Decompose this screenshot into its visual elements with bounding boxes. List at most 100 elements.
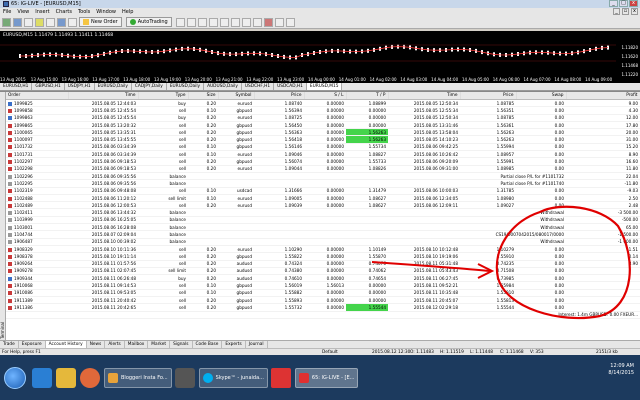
menu-insert[interactable]: Insert — [35, 9, 49, 15]
chart-tab[interactable]: GBPUSD,H1 — [32, 83, 65, 90]
table-row[interactable]: 1101731 2015.08.06 03:34:39 sell 0.10 eurusd… — [6, 150, 640, 159]
table-row[interactable]: 1906487 2015.08.10 00:39:02 balance Withdra… — [6, 238, 640, 246]
new-order-button[interactable]: New Order — [79, 17, 122, 27]
table-row[interactable]: 1099863 2015.08.05 12:45:54 buy 0.20 eurusd 1… — [6, 114, 640, 122]
tile-windows-icon[interactable] — [230, 17, 240, 27]
table-row[interactable]: 1911386 2015.08.11 20:42:65 sell 0.20 gbpusd… — [6, 303, 640, 312]
terminal-tab[interactable]: News — [87, 341, 106, 348]
navigator-icon[interactable] — [46, 17, 55, 27]
periods-icon[interactable] — [274, 17, 284, 27]
terminal-tab[interactable]: Code Base — [193, 341, 223, 348]
new-chart-icon[interactable] — [2, 17, 11, 27]
taskbar-item-browser[interactable]: Bloggeri Insta Fo... — [104, 367, 172, 388]
ig-icon[interactable] — [270, 367, 291, 388]
column-header[interactable]: Price — [460, 92, 517, 100]
bar-chart-icon[interactable] — [175, 17, 185, 27]
child-restore-button[interactable]: ▫ — [622, 8, 629, 15]
chart-tab[interactable]: EURUSD,Daily — [167, 83, 205, 90]
chart-tab[interactable]: USDJPY,H1 — [65, 83, 95, 90]
chart-shift-icon[interactable] — [252, 17, 262, 27]
terminal-tab[interactable]: Journal — [246, 341, 268, 348]
table-row[interactable]: 1102319 2015.08.06 09:48:08 sell 0.10 usdcad… — [6, 187, 640, 195]
terminal-tab[interactable]: Exposure — [19, 341, 46, 348]
table-row[interactable]: 1910086 2015.08.11 09:53:05 sell 0.10 gbpusd… — [6, 289, 640, 298]
menu-window[interactable]: Window — [96, 9, 116, 15]
table-row[interactable]: 1099865 2015.08.05 13:20:32 sell 0.20 gbpusd… — [6, 121, 640, 130]
column-header[interactable]: Symbol — [218, 92, 255, 100]
maximize-button[interactable]: □ — [619, 0, 628, 7]
table-row[interactable]: 1908378 2015.08.10 19:11:14 sell 0.20 gbpusd… — [6, 252, 640, 261]
start-button[interactable] — [4, 366, 26, 389]
child-close-button[interactable]: x — [631, 8, 638, 15]
menu-charts[interactable]: Charts — [56, 9, 72, 15]
profiles-icon[interactable] — [13, 17, 22, 27]
system-tray[interactable]: 12:09 AM 8/14/2015 — [608, 363, 634, 377]
firefox-icon[interactable] — [80, 367, 100, 388]
column-header[interactable]: Time — [68, 92, 139, 100]
table-row[interactable]: 1102296 2015.08.06 09:35:56 balance Partial… — [6, 172, 640, 181]
column-header[interactable]: Swap — [516, 92, 567, 100]
table-row[interactable]: 1909264 2015.08.11 01:57:56 sell 0.20 audusd… — [6, 260, 640, 268]
price-chart[interactable]: EURUSD,M15 1.11479 1.11493 1.11411 1.114… — [0, 31, 640, 83]
chart-tab[interactable]: CADJPY,Daily — [132, 83, 167, 90]
zoom-out-icon[interactable] — [219, 17, 229, 27]
taskbar-item-mt4[interactable]: 65: IG-LIVE - [E... — [294, 367, 359, 388]
chart-tab[interactable]: EURUSD,H1 — [0, 83, 33, 90]
column-header[interactable]: Size — [188, 92, 219, 100]
terminal-tab[interactable]: Account History — [45, 341, 87, 348]
table-row[interactable]: 1911389 2015.08.11 20:40:42 sell 0.20 gbpusd… — [6, 296, 640, 305]
ie-icon[interactable] — [32, 367, 52, 388]
table-row[interactable]: 1102488 2015.08.06 11:20:12 sell limit 0.10… — [6, 194, 640, 203]
chart-tab[interactable]: USDCAD,H1 — [274, 83, 307, 90]
column-header[interactable]: S / L — [304, 92, 347, 100]
table-row[interactable]: 1102298 2015.08.06 09:18:53 sell 0.20 eurusd… — [6, 165, 640, 173]
chart-tab[interactable]: EURUSD,Daily — [95, 83, 132, 90]
line-chart-icon[interactable] — [197, 17, 207, 27]
terminal-icon[interactable] — [57, 17, 66, 27]
table-row[interactable]: 1103999 2015.08.06 16:25:05 balance Withdra… — [6, 216, 640, 225]
column-header[interactable]: Type — [138, 92, 189, 100]
terminal-tab[interactable]: Signals — [170, 341, 193, 348]
table-row[interactable]: 1101732 2015.08.06 03:34:39 sell 0.10 gbpusd… — [6, 143, 640, 152]
menu-view[interactable]: View — [17, 9, 29, 15]
templates-icon[interactable] — [285, 17, 295, 27]
terminal-tab[interactable]: Mailbox — [125, 341, 149, 348]
table-row[interactable]: 1102411 2015.08.06 13:44:32 balance Withdra… — [6, 208, 640, 217]
child-minimize-button[interactable]: _ — [613, 8, 620, 15]
table-row[interactable]: 1104744 2015.08.07 02:09:04 balance CS19/00… — [6, 230, 640, 239]
table-row[interactable]: 1099825 2015.08.05 12:44:03 buy 0.20 eurusd 1… — [6, 99, 640, 108]
menu-tools[interactable]: Tools — [78, 9, 90, 15]
table-row[interactable]: 1100065 2015.08.05 13:35:31 sell 0.20 gbpusd… — [6, 128, 640, 137]
terminal-tab[interactable]: Alerts — [105, 341, 125, 348]
table-row[interactable]: 1100097 2015.08.05 13:45:55 sell 0.20 gbpusd… — [6, 135, 640, 144]
autotrading-button[interactable]: AutoTrading — [125, 17, 172, 27]
candlestick-icon[interactable] — [186, 17, 196, 27]
terminal-tab[interactable]: Market — [148, 341, 171, 348]
taskbar-item-skype[interactable]: Skype™ - junaida... — [198, 367, 268, 388]
table-row[interactable]: 1910068 2015.08.11 09:14:53 sell 0.10 gbpusd… — [6, 281, 640, 290]
table-row[interactable]: 1102295 2015.08.06 09:35:56 balance Partial… — [6, 179, 640, 188]
column-header[interactable]: T / P — [346, 92, 389, 100]
explorer-icon[interactable] — [56, 367, 76, 388]
close-button[interactable]: x — [629, 0, 638, 7]
terminal-tab[interactable]: Experts — [222, 341, 246, 348]
menu-file[interactable]: File — [3, 9, 11, 15]
minimize-button[interactable]: _ — [609, 0, 618, 7]
autoscroll-icon[interactable] — [241, 17, 251, 27]
data-window-icon[interactable] — [35, 17, 44, 27]
table-row[interactable]: 1909344 2015.08.11 06:26:48 buy 0.20 audusd 0… — [6, 274, 640, 283]
terminal-tab[interactable]: Trade — [0, 341, 19, 348]
market-watch-icon[interactable] — [24, 17, 33, 27]
strategy-tester-icon[interactable] — [68, 17, 77, 27]
chart-tab[interactable]: EURUSD,M15 — [306, 83, 343, 90]
column-header[interactable]: Price — [254, 92, 305, 100]
table-row[interactable]: 1103001 2015.08.06 16:28:08 balance Withdra… — [6, 223, 640, 232]
table-row[interactable]: 1908329 2015.08.10 10:11:36 sell 0.20 eurusd… — [6, 245, 640, 254]
column-header[interactable]: Order — [6, 92, 69, 100]
table-row[interactable]: 1099858 2015.08.05 12:45:54 sell 0.10 gbpusd… — [6, 106, 640, 115]
menu-help[interactable]: Help — [122, 9, 133, 15]
column-header[interactable]: Time — [388, 92, 461, 100]
chart-tab[interactable]: AUDUSD,Daily — [204, 83, 242, 90]
column-header[interactable]: Profit — [566, 92, 640, 100]
table-row[interactable]: 1102489 2015.08.06 12:00:53 sell 0.20 eurusd… — [6, 201, 640, 210]
